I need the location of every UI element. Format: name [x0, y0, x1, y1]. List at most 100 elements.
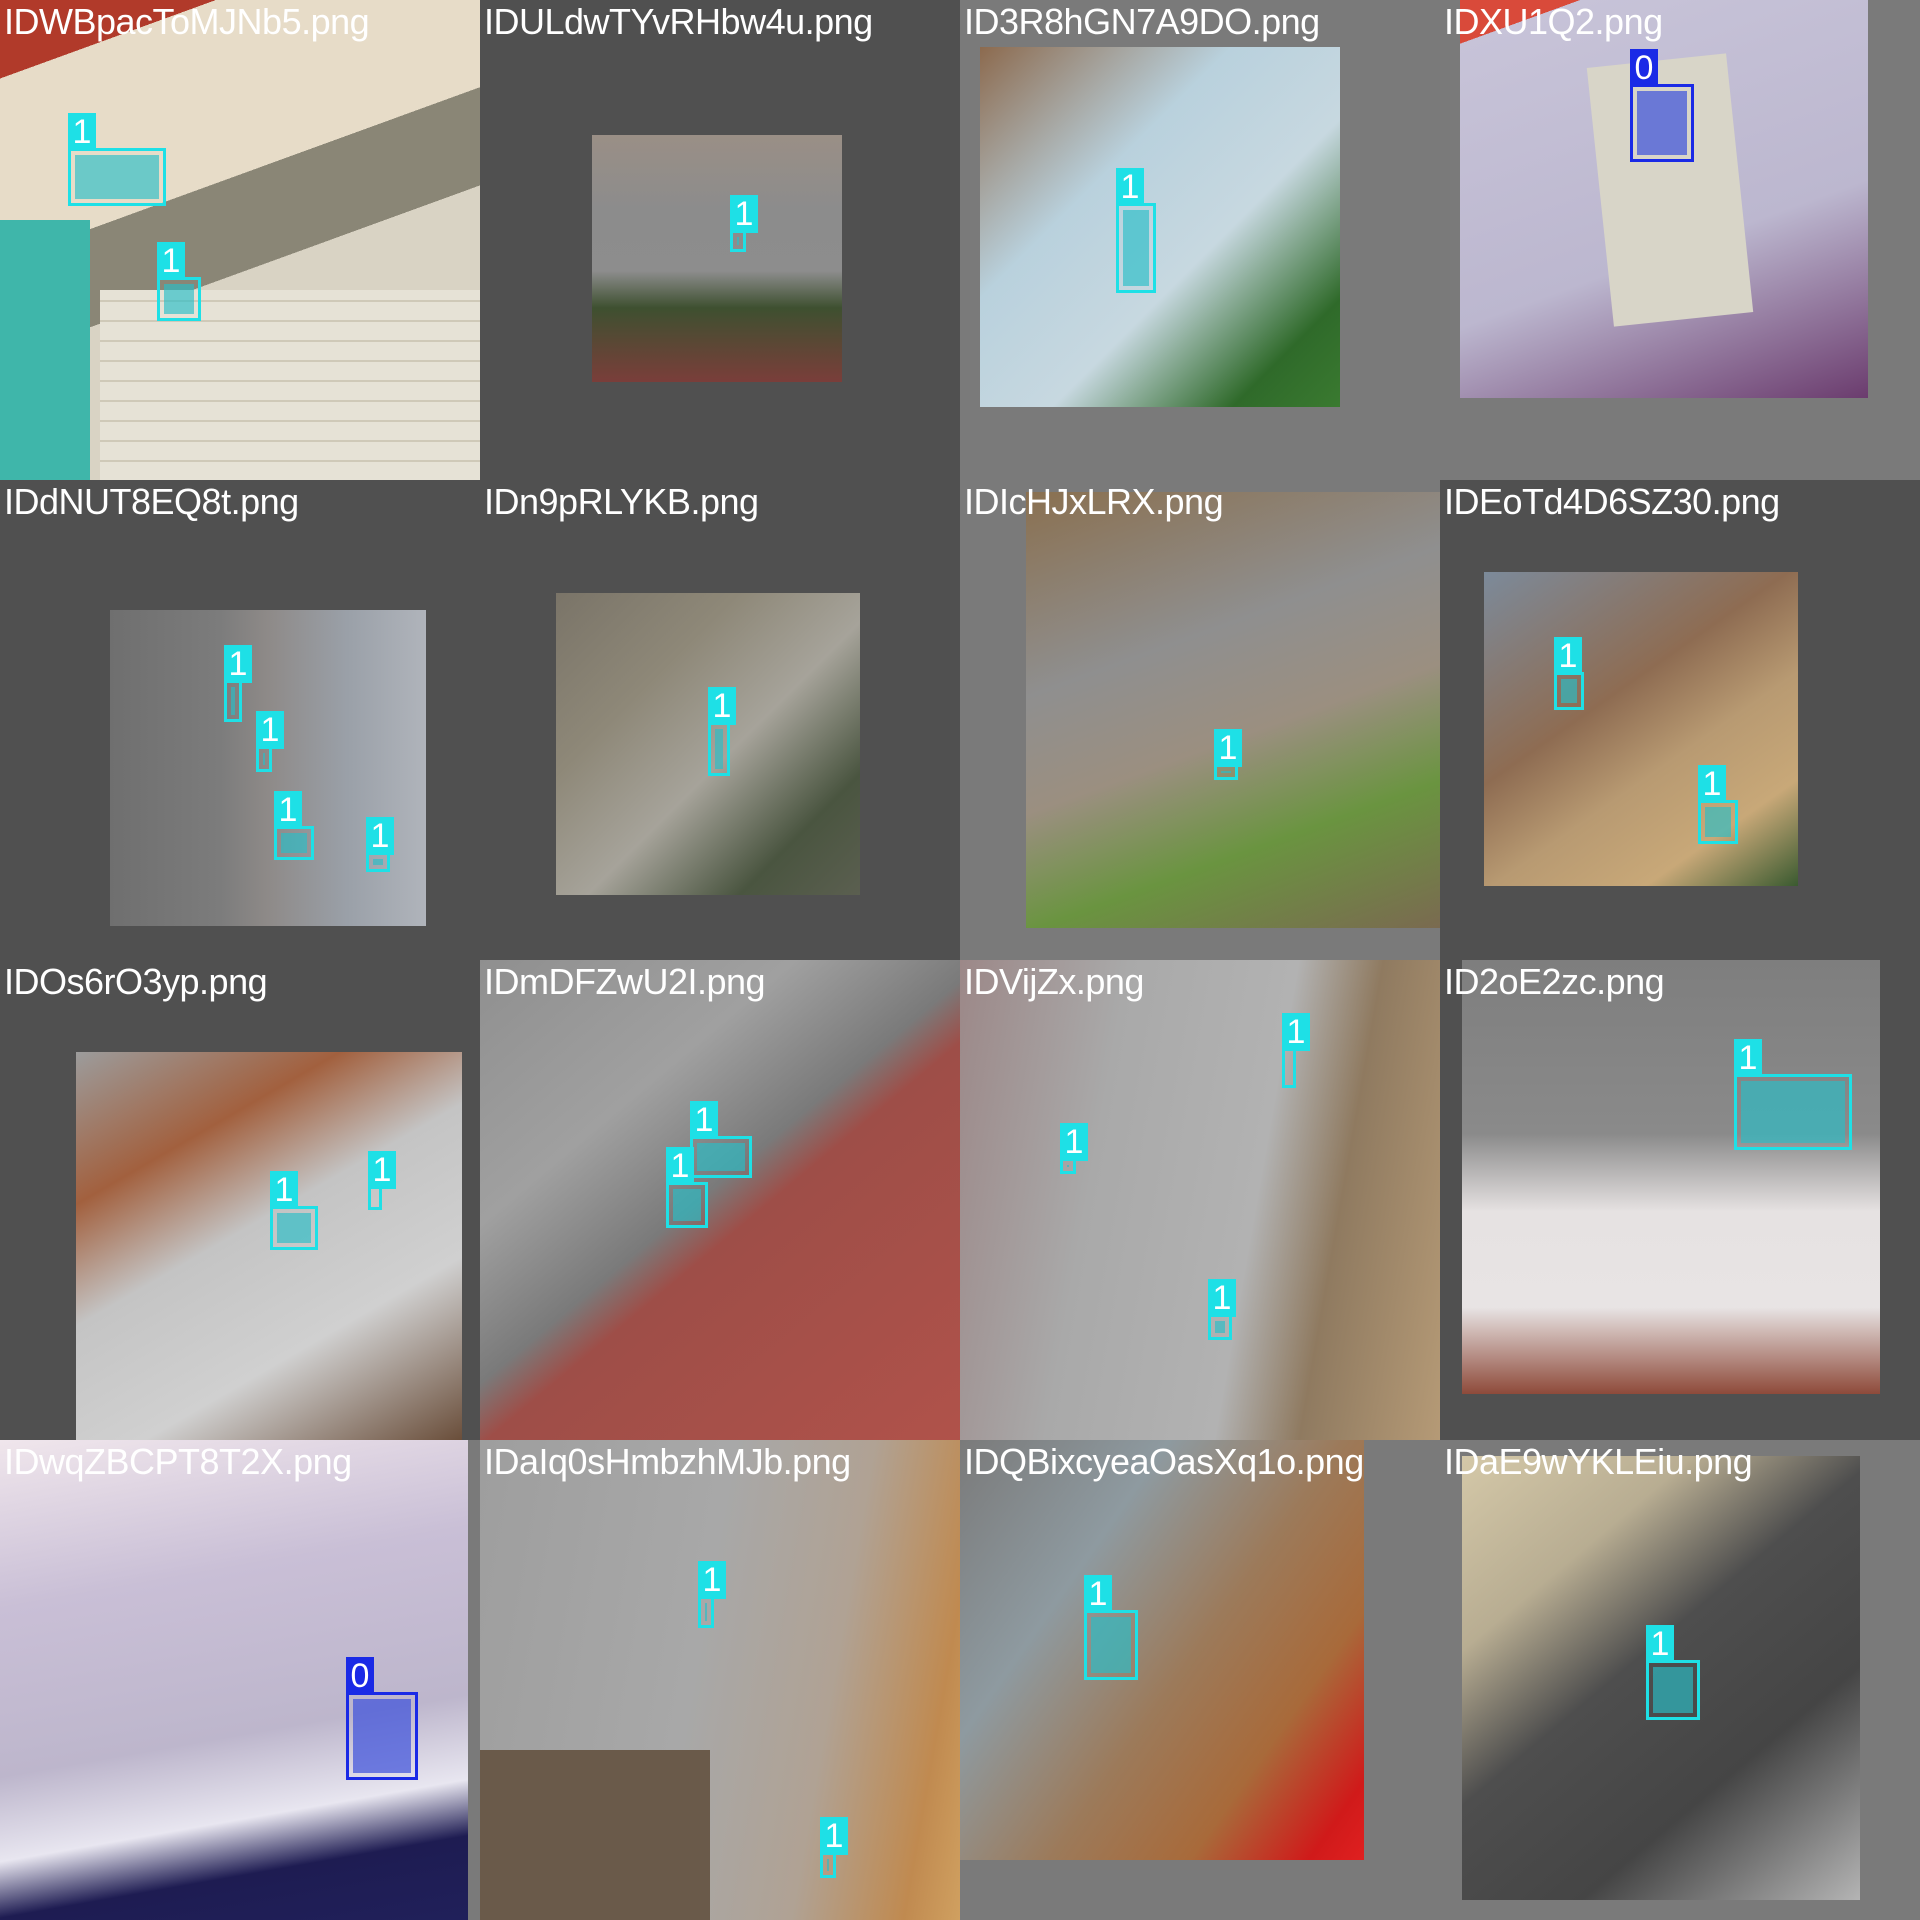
class-label: 1	[1084, 1575, 1112, 1613]
class-label: 1	[1214, 729, 1242, 767]
box-fill	[281, 833, 307, 853]
class-label: 1	[256, 711, 284, 749]
tile-10: IDmDFZwU2I.png 1 1	[480, 960, 960, 1440]
filename-label: IDwqZBCPT8T2X.png	[4, 1441, 352, 1482]
detection-box: 1	[708, 687, 736, 776]
detection-box: 1	[1084, 1575, 1138, 1680]
detection-box: 1	[820, 1817, 848, 1878]
scene-image	[960, 960, 1440, 1440]
filename-label: IDn9pRLYKB.png	[484, 481, 759, 522]
box-fill	[697, 1143, 745, 1171]
box-fill	[1221, 771, 1231, 773]
filename-label: IDdNUT8EQ8t.png	[4, 481, 299, 522]
box-fill	[1561, 679, 1577, 703]
tile-11: IDVijZx.png 1 1 1	[960, 960, 1440, 1440]
scene-image	[76, 1052, 462, 1440]
filename-label: IDQBixcyeaOasXq1o.png	[964, 1441, 1364, 1482]
filename-label: IDIcHJxLRX.png	[964, 481, 1224, 522]
class-label: 1	[366, 817, 394, 855]
detection-box: 1	[157, 242, 201, 321]
detection-box: 1	[1060, 1123, 1088, 1174]
detection-box: 1	[1734, 1039, 1852, 1150]
tile-3: ID3R8hGN7A9DO.png 1	[960, 0, 1440, 480]
scene-image	[1462, 960, 1880, 1394]
class-label: 1	[157, 242, 185, 280]
box-fill	[373, 859, 383, 865]
class-label: 1	[68, 113, 96, 151]
class-label: 1	[730, 195, 758, 233]
class-label: 1	[1734, 1039, 1762, 1077]
tile-12: ID2oE2zc.png 1	[1440, 960, 1920, 1440]
box-fill	[737, 237, 739, 245]
tile-15: IDQBixcyeaOasXq1o.png 1	[960, 1440, 1440, 1920]
tile-7: IDIcHJxLRX.png 1	[960, 480, 1440, 960]
scene-image	[480, 960, 960, 1440]
detection-mosaic: IDWBpacToMJNb5.png 1 1 IDULdwTYvRHbw4u.p…	[0, 0, 1920, 1920]
tile-2: IDULdwTYvRHbw4u.png 1	[480, 0, 960, 480]
detection-box: 1	[224, 645, 252, 722]
box-fill	[827, 1859, 829, 1871]
class-label: 1	[708, 687, 736, 725]
detection-box: 1	[698, 1561, 726, 1628]
class-label: 1	[1060, 1123, 1088, 1161]
detection-box: 0	[346, 1657, 418, 1780]
class-label: 1	[820, 1817, 848, 1855]
detection-box: 1	[1554, 637, 1584, 710]
filename-label: IDaIq0sHmbzhMJb.png	[484, 1441, 851, 1482]
filename-label: IDVijZx.png	[964, 961, 1144, 1002]
class-label: 1	[1646, 1625, 1674, 1663]
detection-box: 1	[1646, 1625, 1700, 1720]
filename-label: IDaE9wYKLEiu.png	[1444, 1441, 1753, 1482]
class-label: 1	[1282, 1013, 1310, 1051]
box-fill	[277, 1213, 311, 1243]
tile-8: IDEoTd4D6SZ30.png 1 1	[1440, 480, 1920, 960]
box-fill	[1741, 1081, 1845, 1143]
filename-label: ID2oE2zc.png	[1444, 961, 1665, 1002]
box-fill	[1637, 91, 1687, 155]
filename-label: IDWBpacToMJNb5.png	[4, 1, 370, 42]
filename-label: IDULdwTYvRHbw4u.png	[484, 1, 873, 42]
filename-label: ID3R8hGN7A9DO.png	[964, 1, 1320, 42]
box-fill	[1653, 1667, 1693, 1713]
box-fill	[705, 1603, 707, 1621]
detection-box: 1	[368, 1151, 396, 1210]
class-label: 1	[368, 1151, 396, 1189]
scene-detail	[480, 1750, 710, 1920]
class-label: 1	[1116, 168, 1144, 206]
box-fill	[1705, 807, 1731, 837]
class-label: 0	[1630, 49, 1658, 87]
detection-box: 1	[274, 791, 314, 860]
detection-box: 1	[1282, 1013, 1310, 1088]
detection-box: 0	[1630, 49, 1694, 162]
detection-box: 1	[666, 1147, 708, 1228]
detection-box: 1	[366, 817, 394, 872]
class-label: 1	[1698, 765, 1726, 803]
scene-image	[1026, 492, 1440, 928]
scene-image	[592, 135, 842, 382]
tile-13: IDwqZBCPT8T2X.png 0	[0, 1440, 480, 1920]
class-label: 1	[690, 1101, 718, 1139]
detection-box: 1	[270, 1171, 318, 1250]
scene-image	[980, 47, 1340, 407]
scene-image	[1484, 572, 1798, 886]
class-label: 1	[274, 791, 302, 829]
class-label: 1	[698, 1561, 726, 1599]
box-fill	[231, 687, 235, 715]
class-label: 0	[346, 1657, 374, 1695]
tile-4: IDXU1Q2.png 0	[1440, 0, 1920, 480]
box-fill	[715, 729, 723, 769]
detection-box: 1	[730, 195, 758, 252]
class-label: 1	[224, 645, 252, 683]
box-fill	[673, 1189, 701, 1221]
box-fill	[263, 753, 265, 765]
filename-label: IDOs6rO3yp.png	[4, 961, 268, 1002]
tile-14: IDaIq0sHmbzhMJb.png 1 1	[480, 1440, 960, 1920]
detection-box: 1	[690, 1101, 752, 1178]
class-label: 1	[270, 1171, 298, 1209]
tile-6: IDn9pRLYKB.png 1	[480, 480, 960, 960]
scene-image	[0, 1440, 468, 1920]
detection-box: 1	[68, 113, 166, 206]
detection-box: 1	[1208, 1279, 1236, 1340]
detection-box: 1	[1116, 168, 1156, 293]
scene-detail	[0, 220, 90, 480]
